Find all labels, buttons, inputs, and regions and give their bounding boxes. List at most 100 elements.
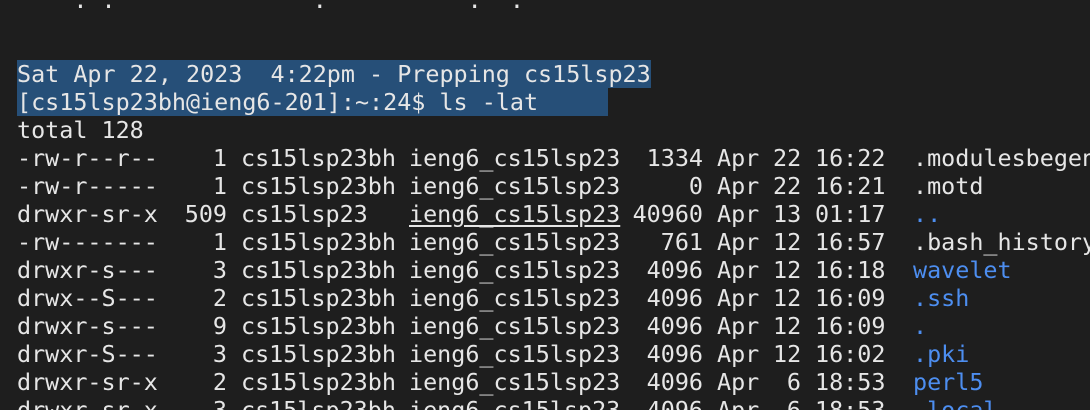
directory-name: .ssh: [913, 284, 970, 312]
file-permissions: drwxr-S---: [17, 340, 158, 368]
file-size: 4096: [646, 256, 703, 284]
command-prompt: [cs15lsp23bh@ieng6-201]:~:24$ ls -lat: [17, 88, 609, 116]
file-links: 509: [184, 200, 227, 228]
file-time: 16:57: [815, 228, 886, 256]
file-permissions: drwxr-sr-x: [17, 200, 158, 228]
file-group: ieng6_cs15lsp23: [409, 256, 621, 284]
file-time: 16:18: [815, 256, 886, 284]
terminal-window[interactable]: . . . . . Sat Apr 22, 2023 4:22pm - Prep…: [0, 0, 1090, 410]
file-group: ieng6_cs15lsp23: [409, 228, 621, 256]
file-time: 16:02: [815, 340, 886, 368]
file-time: 16:22: [815, 144, 886, 172]
file-links: 2: [212, 368, 227, 396]
file-links: 1: [212, 172, 227, 200]
directory-name: .: [913, 312, 928, 340]
file-size: 4096: [646, 368, 703, 396]
file-day: 22: [773, 144, 802, 172]
file-group: ieng6_cs15lsp23: [409, 340, 621, 368]
file-permissions: drwxr-sr-x: [17, 396, 158, 410]
file-owner: cs15lsp23bh: [241, 284, 396, 312]
file-size: 4096: [646, 312, 703, 340]
file-name: .modulesbegenv: [913, 144, 1090, 172]
file-day: 12: [773, 256, 802, 284]
file-time: 18:53: [815, 368, 886, 396]
file-permissions: drwxr-sr-x: [17, 368, 158, 396]
file-name: .motd: [913, 172, 984, 200]
file-owner: cs15lsp23bh: [241, 368, 396, 396]
file-row: drwx--S--- 2 cs15lsp23bh ieng6_cs15lsp23 409…: [17, 284, 969, 312]
file-row: -rw-r--r-- 1 cs15lsp23bh ieng6_cs15lsp23 133…: [17, 144, 1090, 172]
file-row: drwxr-sr-x 2 cs15lsp23bh ieng6_cs15lsp23 409…: [17, 368, 983, 396]
banner-line: Sat Apr 22, 2023 4:22pm - Prepping cs15l…: [17, 60, 651, 88]
file-size: 4096: [646, 284, 703, 312]
file-owner: cs15lsp23: [241, 200, 368, 228]
file-row: drwxr-s--- 3 cs15lsp23bh ieng6_cs15lsp23 409…: [17, 256, 1012, 284]
file-month: Apr: [717, 340, 760, 368]
directory-name: .pki: [913, 340, 970, 368]
file-group: ieng6_cs15lsp23: [409, 396, 621, 410]
file-time: 16:21: [815, 172, 886, 200]
file-row: drwxr-S--- 3 cs15lsp23bh ieng6_cs15lsp23 409…: [17, 340, 969, 368]
file-links: 3: [212, 256, 227, 284]
file-day: 22: [773, 172, 802, 200]
file-links: 3: [212, 340, 227, 368]
file-day: 13: [773, 200, 802, 228]
file-group[interactable]: ieng6_cs15lsp23: [409, 200, 620, 228]
file-owner: cs15lsp23bh: [241, 172, 396, 200]
file-size: 4096: [646, 396, 703, 410]
directory-name: wavelet: [913, 256, 1012, 284]
file-group: ieng6_cs15lsp23: [409, 144, 621, 172]
file-size: 1334: [646, 144, 703, 172]
file-day: 12: [773, 228, 802, 256]
file-links: 3: [212, 396, 227, 410]
file-owner: cs15lsp23bh: [241, 144, 396, 172]
directory-name: ..: [913, 200, 942, 228]
file-owner: cs15lsp23bh: [241, 396, 396, 410]
file-links: 2: [212, 284, 227, 312]
file-links: 1: [212, 228, 227, 256]
file-day: 12: [773, 312, 802, 340]
file-month: Apr: [717, 172, 760, 200]
file-row: drwxr-sr-x 3 cs15lsp23bh ieng6_cs15lsp23 409…: [17, 396, 998, 410]
file-permissions: drwxr-s---: [17, 312, 158, 340]
file-day: 6: [786, 368, 801, 396]
file-day: 12: [773, 284, 802, 312]
file-month: Apr: [717, 256, 760, 284]
directory-name: .local: [913, 396, 998, 410]
file-time: 01:17: [815, 200, 886, 228]
file-group: ieng6_cs15lsp23: [409, 172, 621, 200]
file-group: ieng6_cs15lsp23: [409, 284, 621, 312]
file-owner: cs15lsp23bh: [241, 340, 396, 368]
file-name: .bash_history: [913, 228, 1090, 256]
file-row: drwxr-s--- 9 cs15lsp23bh ieng6_cs15lsp23 409…: [17, 312, 927, 340]
file-size: 0: [688, 172, 703, 200]
file-size: 761: [660, 228, 703, 256]
file-size: 4096: [646, 340, 703, 368]
file-owner: cs15lsp23bh: [241, 312, 396, 340]
file-day: 12: [773, 340, 802, 368]
file-row: -rw-r----- 1 cs15lsp23bh ieng6_cs15lsp23 0 Ap…: [17, 172, 983, 200]
file-permissions: drwx--S---: [17, 284, 158, 312]
file-permissions: -rw-r-----: [17, 172, 158, 200]
file-month: Apr: [717, 284, 760, 312]
file-row: -rw------- 1 cs15lsp23bh ieng6_cs15lsp23 761…: [17, 228, 1090, 256]
file-time: 18:53: [815, 396, 886, 410]
file-owner: cs15lsp23bh: [241, 256, 396, 284]
file-month: Apr: [717, 144, 760, 172]
file-month: Apr: [717, 228, 760, 256]
file-time: 16:09: [815, 284, 886, 312]
clipped-output-line: . . . . .: [17, 0, 595, 14]
file-row: drwxr-sr-x 509 cs15lsp23 ieng6_cs15lsp23 409…: [17, 200, 941, 228]
file-month: Apr: [717, 396, 760, 410]
file-day: 6: [786, 396, 801, 410]
file-permissions: -rw-r--r--: [17, 144, 158, 172]
total-line: total 128: [17, 116, 144, 144]
file-group: ieng6_cs15lsp23: [409, 368, 621, 396]
file-time: 16:09: [815, 312, 886, 340]
file-permissions: -rw-------: [17, 228, 158, 256]
file-month: Apr: [717, 368, 760, 396]
file-month: Apr: [717, 200, 760, 228]
file-size: 40960: [632, 200, 703, 228]
file-permissions: drwxr-s---: [17, 256, 158, 284]
file-links: 1: [212, 144, 227, 172]
